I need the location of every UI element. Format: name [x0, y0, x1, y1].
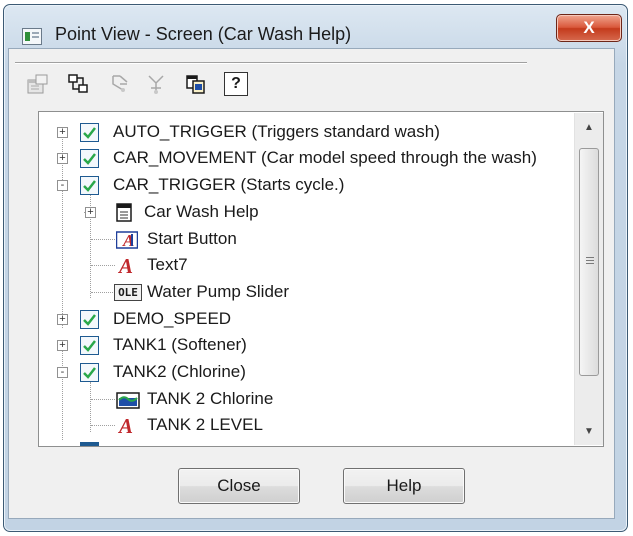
tree-item-label: CAR_MOVEMENT (Car model speed through th…: [113, 148, 537, 167]
help-button[interactable]: Help: [343, 468, 465, 504]
point-tree[interactable]: + AUTO_TRIGGER (Triggers standard wash) …: [38, 111, 604, 447]
tree-item-car-trigger[interactable]: - CAR_TRIGGER (Starts cycle.): [39, 172, 569, 198]
expand-icon[interactable]: +: [57, 127, 68, 138]
scroll-up-icon[interactable]: ▲: [583, 123, 595, 133]
tree-item-label: DEMO_SPEED: [113, 309, 232, 328]
collapse-icon[interactable]: -: [57, 367, 68, 378]
ole-object-icon: OLE: [114, 284, 142, 301]
scroll-grip: [586, 257, 594, 258]
expand-tree-icon[interactable]: [109, 73, 131, 95]
window-title: Point View - Screen (Car Wash Help): [55, 24, 352, 44]
tree-item-water-pump-slider[interactable]: OLE Water Pump Slider: [39, 279, 569, 305]
svg-text:A: A: [117, 415, 133, 435]
tree-item-text7[interactable]: A Text7: [39, 252, 569, 278]
point-check-icon: [80, 336, 99, 355]
tree-item-car-wash-help[interactable]: + Car Wash Help: [39, 199, 569, 225]
point-check-icon: [80, 176, 99, 195]
expand-icon[interactable]: +: [57, 153, 68, 164]
collapse-tree-icon[interactable]: [145, 73, 167, 95]
scroll-thumb[interactable]: [579, 148, 599, 376]
tree-item-tank1[interactable]: + TANK1 (Softener): [39, 332, 569, 358]
copy-icon[interactable]: [185, 73, 207, 95]
tree-item-label: Water Pump Slider: [147, 282, 290, 301]
tree-item-auto-trigger[interactable]: + AUTO_TRIGGER (Triggers standard wash): [39, 119, 569, 145]
screen-document-icon: [116, 203, 134, 222]
tree-item-label: Start Button: [147, 229, 237, 248]
help-icon[interactable]: ?: [224, 72, 248, 96]
scroll-grip: [586, 263, 594, 264]
tree-item-label: TANK2 (Chlorine): [113, 362, 246, 381]
text-object-icon: A: [116, 254, 138, 278]
tree-item-label: CAR_TRIGGER (Starts cycle.): [113, 175, 345, 194]
tree-item-tank2-chlorine[interactable]: TANK 2 Chlorine: [39, 386, 569, 412]
tree-item-label: TANK 2 LEVEL: [147, 415, 263, 434]
partial-next-item: [80, 442, 99, 446]
point-check-icon: [80, 310, 99, 329]
toolbar-divider: [15, 62, 527, 64]
tree-item-car-movement[interactable]: + CAR_MOVEMENT (Car model speed through …: [39, 145, 569, 171]
tree-item-label: TANK1 (Softener): [113, 335, 247, 354]
tree-item-label: Car Wash Help: [144, 202, 259, 221]
point-check-icon: [80, 123, 99, 142]
svg-text:A: A: [117, 255, 133, 275]
scroll-down-icon[interactable]: ▼: [583, 427, 595, 437]
text-object-icon: A: [116, 414, 138, 438]
tree-item-label: TANK 2 Chlorine: [147, 389, 274, 408]
scroll-grip: [586, 260, 594, 261]
tree-item-label: Text7: [147, 255, 188, 274]
window-close-button[interactable]: X: [556, 14, 622, 42]
expand-icon[interactable]: +: [85, 207, 96, 218]
tree-item-start-button[interactable]: A Start Button: [39, 226, 569, 252]
tree-view-icon[interactable]: [67, 73, 89, 95]
tree-scrollbar[interactable]: ▲ ▼: [574, 113, 603, 445]
tree-item-demo-speed[interactable]: + DEMO_SPEED: [39, 306, 569, 332]
properties-icon[interactable]: [27, 73, 49, 95]
expand-icon[interactable]: +: [57, 314, 68, 325]
expand-icon[interactable]: +: [57, 340, 68, 351]
text-button-icon: A: [115, 230, 139, 250]
close-button[interactable]: Close: [178, 468, 300, 504]
tree-item-tank2[interactable]: - TANK2 (Chlorine): [39, 359, 569, 385]
tree-item-tank2-level[interactable]: A TANK 2 LEVEL: [39, 412, 569, 438]
window-app-icon: [22, 28, 42, 45]
tank-icon: [116, 391, 140, 409]
point-check-icon: [80, 363, 99, 382]
tree-item-label: AUTO_TRIGGER (Triggers standard wash): [113, 122, 440, 141]
collapse-icon[interactable]: -: [57, 180, 68, 191]
point-check-icon: [80, 149, 99, 168]
